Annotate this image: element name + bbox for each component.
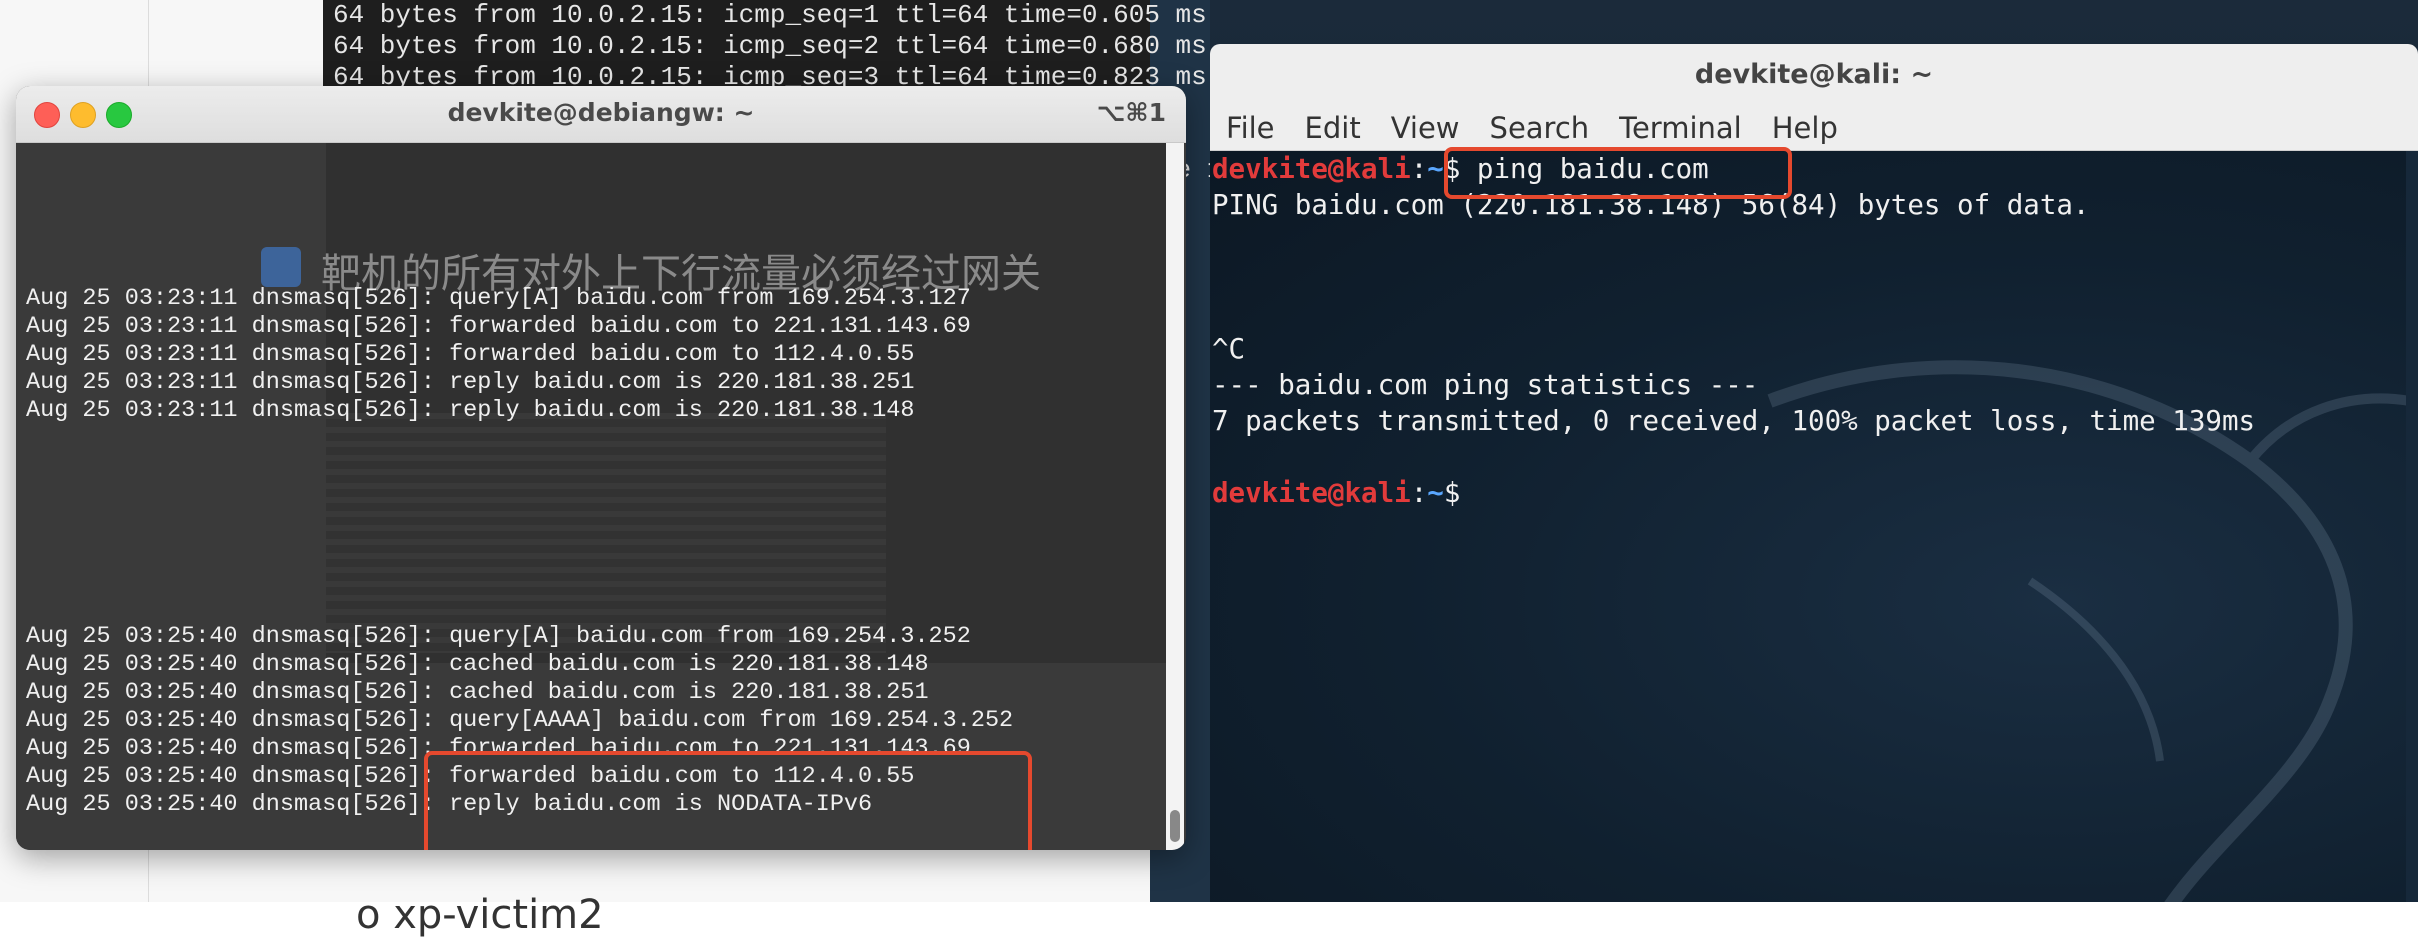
- debiangw-terminal-window[interactable]: devkite@debiangw: ~ ⌥⌘1 靶机的所有对外上下行流量必须经过…: [16, 86, 1186, 850]
- interrupt-line: ^C: [1212, 333, 1246, 365]
- window-title: devkite@debiangw: ~: [447, 98, 755, 127]
- log-line: Aug 25 03:25:40 dnsmasq[526]: query[AAAA…: [26, 707, 1014, 734]
- prompt-user: devkite@kali: [1212, 477, 1411, 509]
- menu-item-help[interactable]: Help: [1772, 106, 1838, 150]
- prompt-line-2[interactable]: devkite@kali:~$: [1212, 475, 2255, 511]
- stats-result-line: 7 packets transmitted, 0 received, 100% …: [1212, 405, 2256, 437]
- kali-terminal-text: devkite@kali:~$ ping baidu.com PING baidu…: [1212, 151, 2255, 511]
- scrollbar[interactable]: [2406, 151, 2418, 902]
- log-line: Aug 25 03:23:11 dnsmasq[526]: reply baid…: [26, 369, 915, 396]
- log-line: Aug 25 03:23:11 dnsmasq[526]: forwarded …: [26, 313, 971, 340]
- menu-item-edit[interactable]: Edit: [1305, 106, 1361, 150]
- log-line: Aug 25 03:23:11 dnsmasq[526]: reply baid…: [26, 397, 915, 424]
- prompt-separator: :: [1410, 153, 1428, 185]
- log-line: Aug 25 03:23:11 dnsmasq[526]: query[A] b…: [26, 285, 971, 312]
- prompt-path: ~: [1427, 477, 1444, 509]
- menu-item-view[interactable]: View: [1391, 106, 1460, 150]
- terminal-output-area[interactable]: devkite@kali:~$ ping baidu.com PING baidu…: [1210, 147, 2418, 902]
- window-shortcut: ⌥⌘1: [1096, 98, 1166, 127]
- prompt-separator: :: [1410, 477, 1428, 509]
- prompt-symbol: $: [1443, 477, 1461, 509]
- kali-terminal-window[interactable]: devkite@kali: ~ File Edit View Search Termin…: [1210, 44, 2418, 902]
- window-title: devkite@kali: ~: [1210, 44, 2418, 106]
- prompt-user: devkite@kali: [1212, 153, 1411, 185]
- stats-header-line: --- baidu.com ping statistics ---: [1212, 369, 1759, 401]
- document-heading: o xp-victim2: [356, 892, 604, 938]
- prompt-path: ~: [1427, 153, 1444, 185]
- scrollbar-thumb[interactable]: [1170, 810, 1180, 842]
- checkbox-icon: [261, 247, 301, 287]
- scrollbar[interactable]: [1166, 143, 1184, 850]
- log-line: Aug 25 03:25:40 dnsmasq[526]: cached bai…: [26, 651, 929, 678]
- translucent-screenshot-overlay: [326, 413, 886, 653]
- log-line: Aug 25 03:23:11 dnsmasq[526]: forwarded …: [26, 341, 915, 368]
- ping-output-line: 64 bytes from 10.0.2.15: icmp_seq=1 ttl=…: [333, 0, 1207, 30]
- log-line: Aug 25 03:25:40 dnsmasq[526]: query[A] b…: [26, 623, 971, 650]
- dnsmasq-log-block-1: Aug 25 03:23:11 dnsmasq[526]: query[A] b…: [26, 285, 971, 425]
- highlight-box: [1444, 147, 1792, 199]
- terminal-output-area[interactable]: 靶机的所有对外上下行流量必须经过网关 Aug 25 03:23:11 dnsma…: [16, 143, 1186, 850]
- debiangw-titlebar[interactable]: devkite@debiangw: ~ ⌥⌘1: [16, 86, 1186, 143]
- highlight-box: [424, 751, 1032, 850]
- menu-item-search[interactable]: Search: [1490, 106, 1590, 150]
- menu-item-file[interactable]: File: [1226, 106, 1275, 150]
- log-line: Aug 25 03:25:40 dnsmasq[526]: cached bai…: [26, 679, 929, 706]
- menu-bar: File Edit View Search Terminal Help: [1210, 106, 2418, 151]
- ping-output-line: 64 bytes from 10.0.2.15: icmp_seq=2 ttl=…: [333, 31, 1207, 61]
- menu-item-terminal[interactable]: Terminal: [1619, 106, 1742, 150]
